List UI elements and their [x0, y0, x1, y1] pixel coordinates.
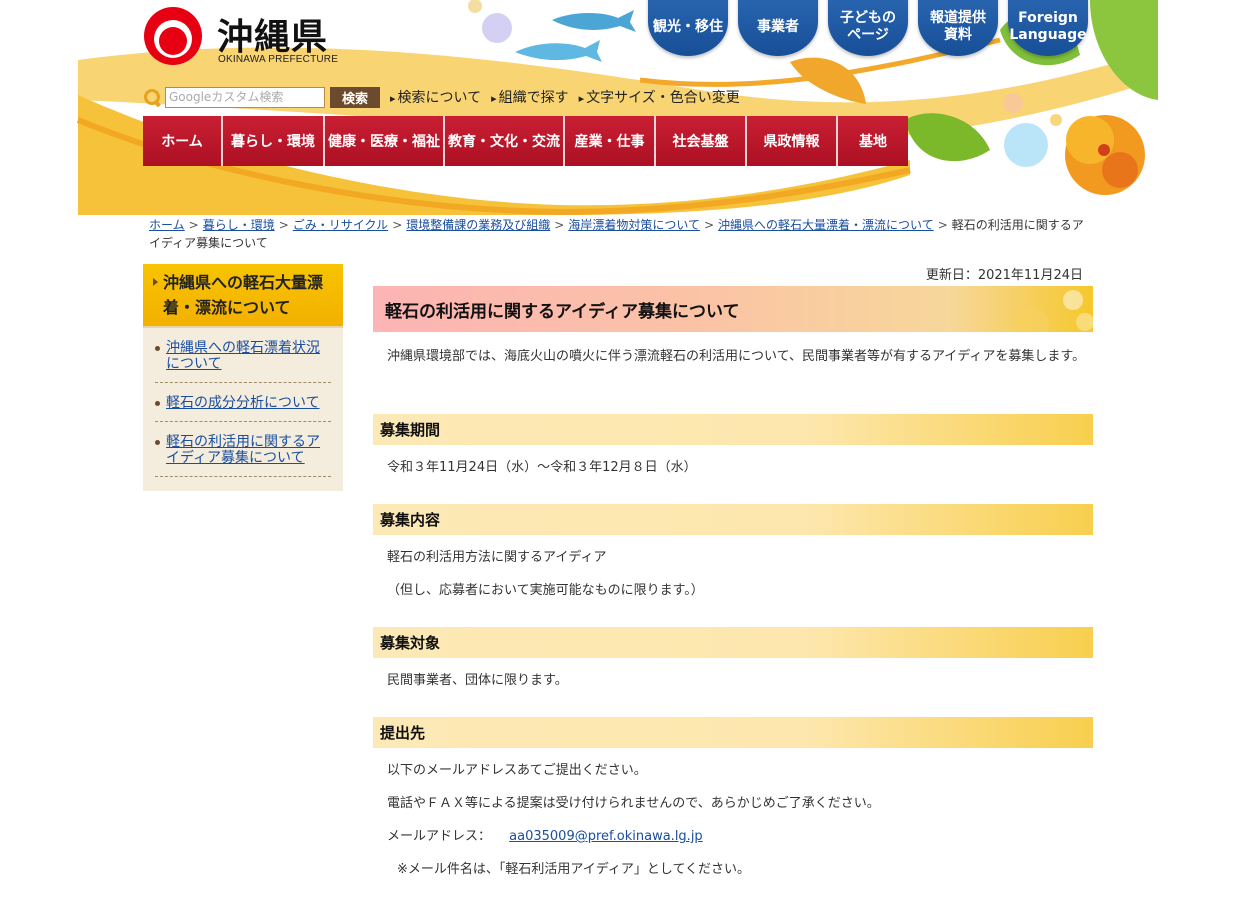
- gnav-government[interactable]: 県政情報: [747, 116, 838, 166]
- search-input[interactable]: [165, 86, 325, 108]
- gnav-infrastructure[interactable]: 社会基盤: [656, 116, 747, 166]
- breadcrumb-separator: >: [937, 218, 948, 232]
- breadcrumb: ホーム > 暮らし・環境 > ごみ・リサイクル > 環境整備課の業務及び組織 > 海岸漂着物対策…: [149, 216, 1089, 252]
- section-text: 軽石の利活用方法に関するアイディア: [387, 550, 607, 565]
- site-header: 沖縄県 OKINAWA PREFECTURE 観光・移住 事業者 子どもの ペー…: [0, 0, 1244, 215]
- section-heading-submission: 提出先: [373, 717, 1093, 748]
- breadcrumb-link[interactable]: 沖縄県への軽石大量漂着・漂流について: [718, 218, 934, 232]
- sidebar-item: 沖縄県への軽石漂着状況について: [155, 336, 331, 383]
- sidebar: 沖縄県への軽石大量漂着・漂流について 沖縄県への軽石漂着状況について 軽石の成分…: [143, 264, 343, 491]
- breadcrumb-link[interactable]: 暮らし・環境: [203, 218, 275, 232]
- section-text: （但し、応募者において実施可能なものに限ります。）: [387, 583, 704, 598]
- section-heading-content: 募集内容: [373, 504, 1093, 535]
- updated-date: 更新日：2021年11月24日: [925, 268, 1083, 283]
- email-label: メールアドレス：: [387, 829, 492, 844]
- okinawa-emblem-icon: [144, 7, 202, 65]
- search-bar: 検索 検索について 組織で探す 文字サイズ・色合い変更: [143, 86, 740, 108]
- email-link[interactable]: aa035009@pref.okinawa.lg.jp: [509, 829, 703, 844]
- fish-icon: [515, 40, 602, 62]
- sidebar-item: 軽石の利活用に関するアイディア募集について: [155, 430, 331, 477]
- gnav-living[interactable]: 暮らし・環境: [223, 116, 325, 166]
- email-note: ※メール件名は、「軽石利活用アイディア」としてください。: [397, 862, 751, 877]
- gnav-education[interactable]: 教育・文化・交流: [445, 116, 565, 166]
- search-button[interactable]: 検索: [330, 86, 380, 108]
- gnav-health[interactable]: 健康・医療・福祉: [325, 116, 445, 166]
- page-title-bar: 軽石の利活用に関するアイディア募集について: [373, 286, 1093, 332]
- search-icon: [143, 88, 161, 106]
- breadcrumb-separator: >: [703, 218, 715, 232]
- section-text: 令和３年11月24日（水）～令和３年12月８日（水）: [387, 460, 697, 475]
- breadcrumb-separator: >: [278, 218, 289, 232]
- breadcrumb-link[interactable]: 海岸漂着物対策について: [568, 218, 700, 232]
- gnav-home[interactable]: ホーム: [143, 116, 223, 166]
- sidebar-item: 軽石の成分分析について: [155, 391, 331, 422]
- breadcrumb-separator: >: [392, 218, 403, 232]
- section-body-submission: 以下のメールアドレスあてご提出ください。 電話やＦＡＸ等による提案は受け付けられ…: [373, 748, 1093, 880]
- sidebar-heading-text: 沖縄県への軽石大量漂着・漂流について: [163, 273, 324, 317]
- section-text: 民間事業者、団体に限ります。: [387, 673, 568, 688]
- util-link-text-size[interactable]: 文字サイズ・色合い変更: [579, 87, 740, 107]
- fish-icon: [552, 10, 636, 32]
- gnav-industry[interactable]: 産業・仕事: [565, 116, 656, 166]
- section-body-period: 令和３年11月24日（水）～令和３年12月８日（水）: [373, 445, 1093, 504]
- util-link-organization[interactable]: 組織で探す: [491, 87, 569, 107]
- section-text: 以下のメールアドレスあてご提出ください。: [387, 763, 647, 778]
- logo-subtitle: OKINAWA PREFECTURE: [218, 54, 339, 65]
- sidebar-heading[interactable]: 沖縄県への軽石大量漂着・漂流について: [143, 264, 343, 328]
- site-logo[interactable]: 沖縄県 OKINAWA PREFECTURE: [143, 6, 343, 68]
- sidebar-item-link[interactable]: 軽石の利活用に関するアイディア募集について: [166, 434, 320, 466]
- breadcrumb-link[interactable]: ごみ・リサイクル: [293, 218, 388, 232]
- logo-title: 沖縄県: [217, 16, 329, 58]
- section-heading-period: 募集期間: [373, 414, 1093, 445]
- title-decoration: [1013, 290, 1093, 332]
- section-body-content: 軽石の利活用方法に関するアイディア （但し、応募者において実施可能なものに限りま…: [373, 535, 1093, 627]
- gnav-base[interactable]: 基地: [838, 116, 908, 166]
- global-nav: ホーム 暮らし・環境 健康・医療・福祉 教育・文化・交流 産業・仕事 社会基盤 …: [143, 116, 908, 166]
- breadcrumb-link[interactable]: 環境整備課の業務及び組織: [406, 218, 550, 232]
- main-content: 更新日：2021年11月24日 軽石の利活用に関するアイディア募集について 沖縄…: [373, 264, 1093, 880]
- breadcrumb-separator: >: [554, 218, 565, 232]
- breadcrumb-separator: >: [188, 218, 199, 232]
- sidebar-item-link[interactable]: 軽石の成分分析について: [166, 395, 320, 411]
- email-row: メールアドレス： aa035009@pref.okinawa.lg.jp: [387, 827, 1093, 847]
- sidebar-list: 沖縄県への軽石漂着状況について 軽石の成分分析について 軽石の利活用に関するアイ…: [143, 328, 343, 477]
- section-heading-target: 募集対象: [373, 627, 1093, 658]
- intro-text: 沖縄県環境部では、海底火山の噴火に伴う漂流軽石の利活用について、民間事業者等が有…: [387, 349, 1086, 364]
- section-text: 電話やＦＡＸ等による提案は受け付けられませんので、あらかじめご了承ください。: [387, 796, 880, 811]
- breadcrumb-link[interactable]: ホーム: [149, 218, 185, 232]
- page-title: 軽石の利活用に関するアイディア募集について: [385, 301, 740, 322]
- util-link-search-help[interactable]: 検索について: [390, 87, 482, 107]
- section-body-target: 民間事業者、団体に限ります。: [373, 658, 1093, 717]
- sidebar-item-link[interactable]: 沖縄県への軽石漂着状況について: [166, 340, 320, 372]
